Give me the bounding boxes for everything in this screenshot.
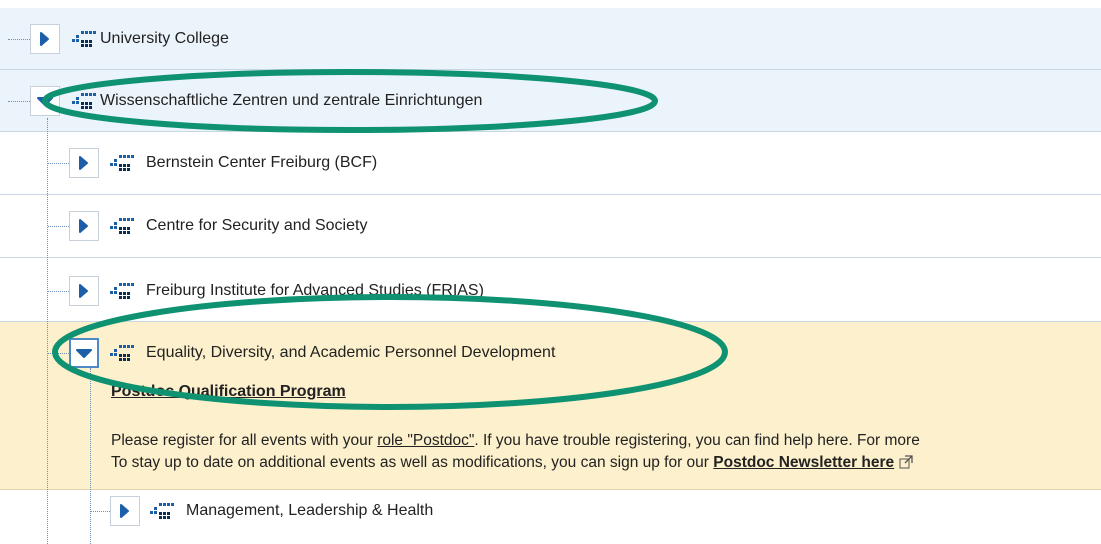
chevron-right-icon [120, 504, 129, 518]
role-postdoc-link[interactable]: role "Postdoc" [377, 432, 474, 449]
chevron-down-icon [37, 97, 53, 106]
org-unit-icon [110, 155, 134, 171]
expand-button[interactable] [69, 148, 99, 178]
expand-button[interactable] [69, 211, 99, 241]
org-unit-icon [72, 93, 96, 109]
tree-guide [47, 118, 48, 544]
postdoc-newsletter-link[interactable]: Postdoc Newsletter here [713, 454, 894, 471]
expand-button[interactable] [110, 496, 140, 526]
program-description-line1: Please register for all events with your… [111, 432, 920, 449]
chevron-right-icon [40, 32, 49, 46]
chevron-right-icon [79, 284, 88, 298]
external-link-icon [899, 455, 913, 469]
collapse-button[interactable] [30, 86, 60, 116]
tree-item-label[interactable]: Centre for Security and Society [146, 217, 367, 235]
tree-row-centre-security: Centre for Security and Society [0, 195, 1101, 258]
tree-item-label[interactable]: University College [100, 30, 229, 48]
tree-connector [48, 226, 69, 227]
tree-item-label[interactable]: Wissenschaftliche Zentren und zentrale E… [100, 92, 482, 110]
expand-button[interactable] [30, 24, 60, 54]
tree-connector [91, 511, 110, 512]
tree-item-label[interactable]: Management, Leadership & Health [186, 502, 433, 520]
tree-row-equality-diversity: Equality, Diversity, and Academic Person… [0, 322, 1101, 490]
tree-item-label[interactable]: Freiburg Institute for Advanced Studies … [146, 282, 484, 300]
tree-row-management-leadership: Management, Leadership & Health [0, 490, 1101, 544]
expand-button[interactable] [69, 276, 99, 306]
tree-row-wissenschaftliche-zentren: Wissenschaftliche Zentren und zentrale E… [0, 70, 1101, 132]
postdoc-program-title[interactable]: Postdoc Qualification Program [111, 383, 346, 401]
program-description-line2: To stay up to date on additional events … [111, 454, 913, 472]
tree-connector [8, 101, 30, 102]
org-unit-icon [150, 503, 174, 519]
tree-row-university-college: University College [0, 8, 1101, 70]
tree-item-label[interactable]: Equality, Diversity, and Academic Person… [146, 344, 555, 362]
chevron-right-icon [79, 156, 88, 170]
org-unit-icon [110, 218, 134, 234]
chevron-down-icon [76, 349, 92, 358]
org-unit-icon [110, 283, 134, 299]
tree-connector [8, 39, 30, 40]
tree-item-label[interactable]: Bernstein Center Freiburg (BCF) [146, 154, 377, 172]
tree-row-bernstein: Bernstein Center Freiburg (BCF) [0, 132, 1101, 195]
chevron-right-icon [79, 219, 88, 233]
collapse-button[interactable] [69, 338, 99, 368]
org-unit-icon [110, 345, 134, 361]
tree-connector [48, 353, 69, 354]
org-unit-icon [72, 31, 96, 47]
tree-connector [48, 163, 69, 164]
tree-guide [90, 368, 91, 544]
tree-connector [48, 291, 69, 292]
tree-row-frias: Freiburg Institute for Advanced Studies … [0, 258, 1101, 322]
